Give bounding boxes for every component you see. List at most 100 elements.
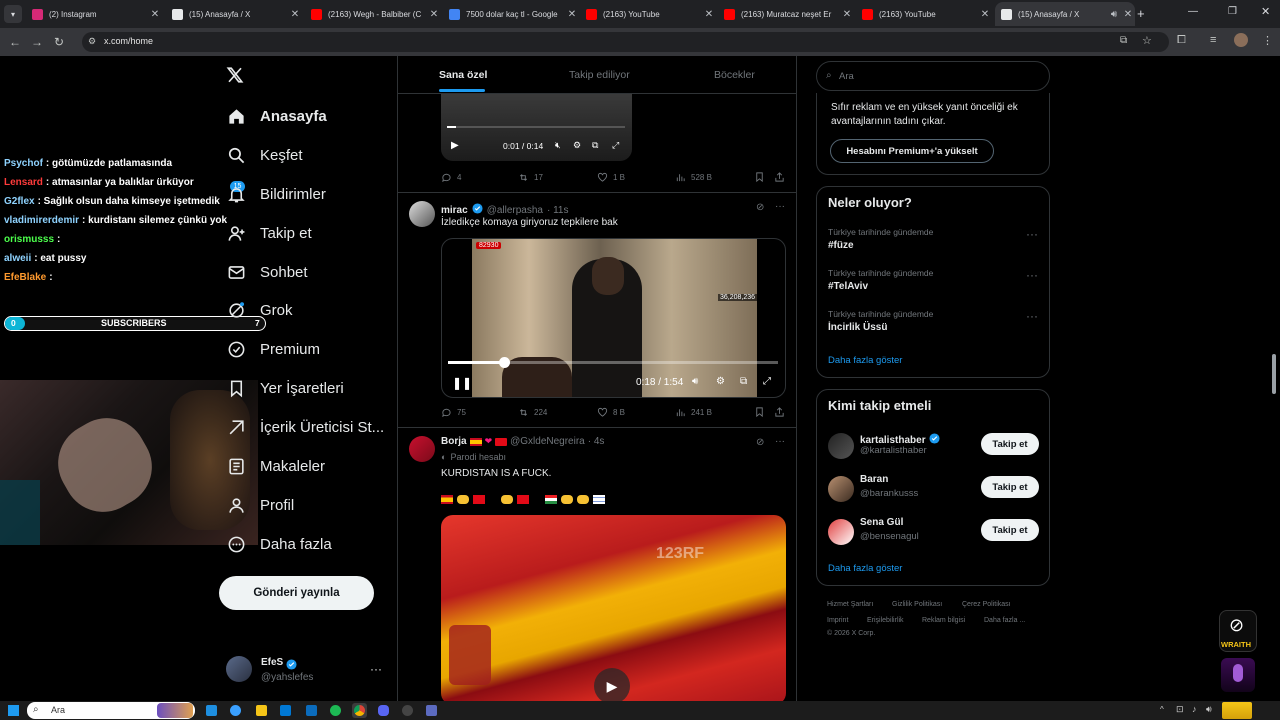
footer-link[interactable]: Reklam bilgisi bbox=[922, 617, 965, 624]
new-tab-icon[interactable]: + bbox=[1137, 6, 1145, 21]
nav-item-11[interactable]: Profil bbox=[226, 495, 294, 515]
nav-item-5[interactable]: Sohbet bbox=[226, 262, 308, 282]
avatar[interactable] bbox=[828, 476, 854, 502]
task-view-icon[interactable] bbox=[206, 705, 217, 716]
close-tab-icon[interactable]: ✕ bbox=[978, 9, 992, 20]
views-action[interactable]: 528 B bbox=[675, 172, 712, 183]
back-icon[interactable]: ← bbox=[4, 35, 26, 49]
reply-action[interactable]: 75 bbox=[441, 407, 466, 418]
volume-icon[interactable]: 🔊︎ bbox=[1206, 704, 1212, 715]
obs-icon[interactable] bbox=[402, 705, 413, 716]
extensions-icon[interactable]: ⧠ bbox=[1177, 34, 1186, 47]
nav-item-12[interactable]: Daha fazla bbox=[226, 534, 332, 554]
play-icon[interactable]: ▶ bbox=[594, 668, 630, 704]
forward-icon[interactable]: → bbox=[26, 35, 48, 49]
share-icon[interactable] bbox=[774, 405, 785, 423]
install-app-icon[interactable]: ⧉ bbox=[1120, 35, 1127, 46]
avatar[interactable] bbox=[828, 433, 854, 459]
profile-avatar[interactable] bbox=[1234, 33, 1248, 47]
nav-item-4[interactable]: Takip et bbox=[226, 223, 312, 243]
pause-icon[interactable]: ❚❚ bbox=[452, 376, 472, 390]
bookmark-icon[interactable] bbox=[754, 170, 765, 188]
restore-icon[interactable]: ❐ bbox=[1228, 6, 1237, 17]
minimize-icon[interactable]: — bbox=[1188, 6, 1198, 17]
follow-button[interactable]: Takip et bbox=[981, 476, 1039, 498]
browser-tab[interactable]: (2163) Muratcaz neşet Er ✕ bbox=[718, 2, 854, 26]
tab-audio-icon[interactable]: 🔊︎ bbox=[1107, 9, 1121, 20]
nav-item-1[interactable]: Anasayfa bbox=[226, 106, 327, 126]
address-bar[interactable] bbox=[82, 32, 1169, 52]
spotify-icon[interactable] bbox=[330, 705, 341, 716]
close-tab-icon[interactable]: ✕ bbox=[1121, 9, 1135, 20]
volume-icon[interactable]: 🔊︎ bbox=[692, 376, 698, 387]
author-handle[interactable]: @allerpasha bbox=[487, 205, 543, 216]
tray-chevron-icon[interactable]: ^ bbox=[1160, 705, 1164, 714]
nav-item-7[interactable]: Premium bbox=[226, 339, 320, 359]
more-icon[interactable]: ··· bbox=[1026, 309, 1038, 323]
app-icon[interactable] bbox=[426, 705, 437, 716]
browser-tab[interactable]: 7500 dolar kaç tl - Google ✕ bbox=[443, 2, 579, 26]
tab-for-you[interactable]: Sana özel bbox=[439, 69, 487, 81]
tweet-time[interactable]: · 11s bbox=[547, 205, 569, 216]
tab-search-button[interactable]: ▾ bbox=[4, 5, 22, 23]
footer-link[interactable]: Imprint bbox=[827, 617, 848, 624]
settings-icon[interactable]: ⚙ bbox=[573, 140, 581, 151]
author-handle[interactable]: @GxldeNegreira bbox=[510, 436, 585, 447]
network-icon[interactable]: ⊡ bbox=[1176, 704, 1184, 715]
follow-button[interactable]: Takip et bbox=[981, 519, 1039, 541]
like-action[interactable]: 8 B bbox=[597, 407, 625, 418]
video-player[interactable]: ▶ 0:01 / 0:14 🔇︎ ⚙ ⧉ ⤢ bbox=[441, 94, 632, 161]
account-more-icon[interactable]: ··· bbox=[370, 662, 382, 676]
settings-icon[interactable]: ⚙ bbox=[716, 376, 725, 387]
more-icon[interactable]: ··· bbox=[775, 201, 785, 212]
x-logo-icon[interactable] bbox=[226, 66, 244, 89]
bookmark-icon[interactable] bbox=[754, 405, 765, 423]
play-icon[interactable]: ▶ bbox=[451, 140, 459, 151]
nav-item-10[interactable]: Makaleler bbox=[226, 456, 325, 476]
close-tab-icon[interactable]: ✕ bbox=[148, 9, 162, 20]
store-icon[interactable] bbox=[306, 705, 317, 716]
taskbar-search[interactable]: ⌕ Ara bbox=[27, 702, 195, 719]
page-scrollbar[interactable] bbox=[1270, 58, 1278, 698]
browser-tab[interactable]: (15) Anasayfa / X 🔊︎ ✕ bbox=[995, 2, 1135, 26]
start-icon[interactable] bbox=[8, 705, 19, 716]
reply-action[interactable]: 4 bbox=[441, 172, 461, 183]
share-icon[interactable] bbox=[774, 170, 785, 188]
post-button[interactable]: Gönderi yayınla bbox=[219, 576, 374, 610]
grok-icon[interactable]: ⊘ bbox=[756, 202, 764, 213]
reload-icon[interactable]: ↻ bbox=[48, 35, 70, 49]
pip-icon[interactable]: ⧉ bbox=[740, 376, 747, 387]
outlook-icon[interactable] bbox=[280, 705, 291, 716]
close-tab-icon[interactable]: ✕ bbox=[565, 9, 579, 20]
site-info-icon[interactable]: ⚙ bbox=[88, 36, 96, 47]
close-window-icon[interactable]: ✕ bbox=[1261, 5, 1270, 18]
footer-link[interactable]: Hizmet Şartları bbox=[827, 601, 873, 608]
repost-action[interactable]: 224 bbox=[518, 407, 547, 418]
close-tab-icon[interactable]: ✕ bbox=[288, 9, 302, 20]
tab-following[interactable]: Takip ediliyor bbox=[569, 69, 630, 81]
nav-item-3[interactable]: Bildirimler bbox=[226, 184, 326, 204]
footer-link[interactable]: Erişilebilirlik bbox=[867, 617, 904, 624]
avatar[interactable] bbox=[409, 201, 435, 227]
more-icon[interactable]: ··· bbox=[1026, 227, 1038, 241]
browser-tab[interactable]: (2163) YouTube ✕ bbox=[856, 2, 992, 26]
file-explorer-icon[interactable] bbox=[256, 705, 267, 716]
footer-link[interactable]: Gizlilik Politikası bbox=[892, 601, 942, 608]
repost-action[interactable]: 17 bbox=[518, 172, 543, 183]
browser-tab[interactable]: (2163) Wegh - Balbiber (C ✕ bbox=[305, 2, 441, 26]
footer-link[interactable]: Çerez Politikası bbox=[962, 601, 1011, 608]
footer-link[interactable]: Daha fazla ... bbox=[984, 617, 1025, 624]
author-name[interactable]: Borja bbox=[441, 436, 467, 447]
nav-item-6[interactable]: Grok bbox=[226, 300, 293, 320]
nav-item-2[interactable]: Keşfet bbox=[226, 145, 303, 165]
nav-item-8[interactable]: Yer İşaretleri bbox=[226, 378, 344, 398]
views-action[interactable]: 241 B bbox=[675, 407, 712, 418]
like-action[interactable]: 1 B bbox=[597, 172, 625, 183]
account-avatar[interactable] bbox=[226, 656, 252, 682]
star-icon[interactable]: ☆ bbox=[1142, 34, 1152, 47]
browser-tab[interactable]: (2) Instagram ✕ bbox=[26, 2, 162, 26]
chrome-active-icon[interactable] bbox=[352, 703, 367, 718]
follow-button[interactable]: Takip et bbox=[981, 433, 1039, 455]
fullscreen-icon[interactable]: ⤢ bbox=[763, 376, 771, 387]
fullscreen-icon[interactable]: ⤢ bbox=[612, 140, 619, 151]
